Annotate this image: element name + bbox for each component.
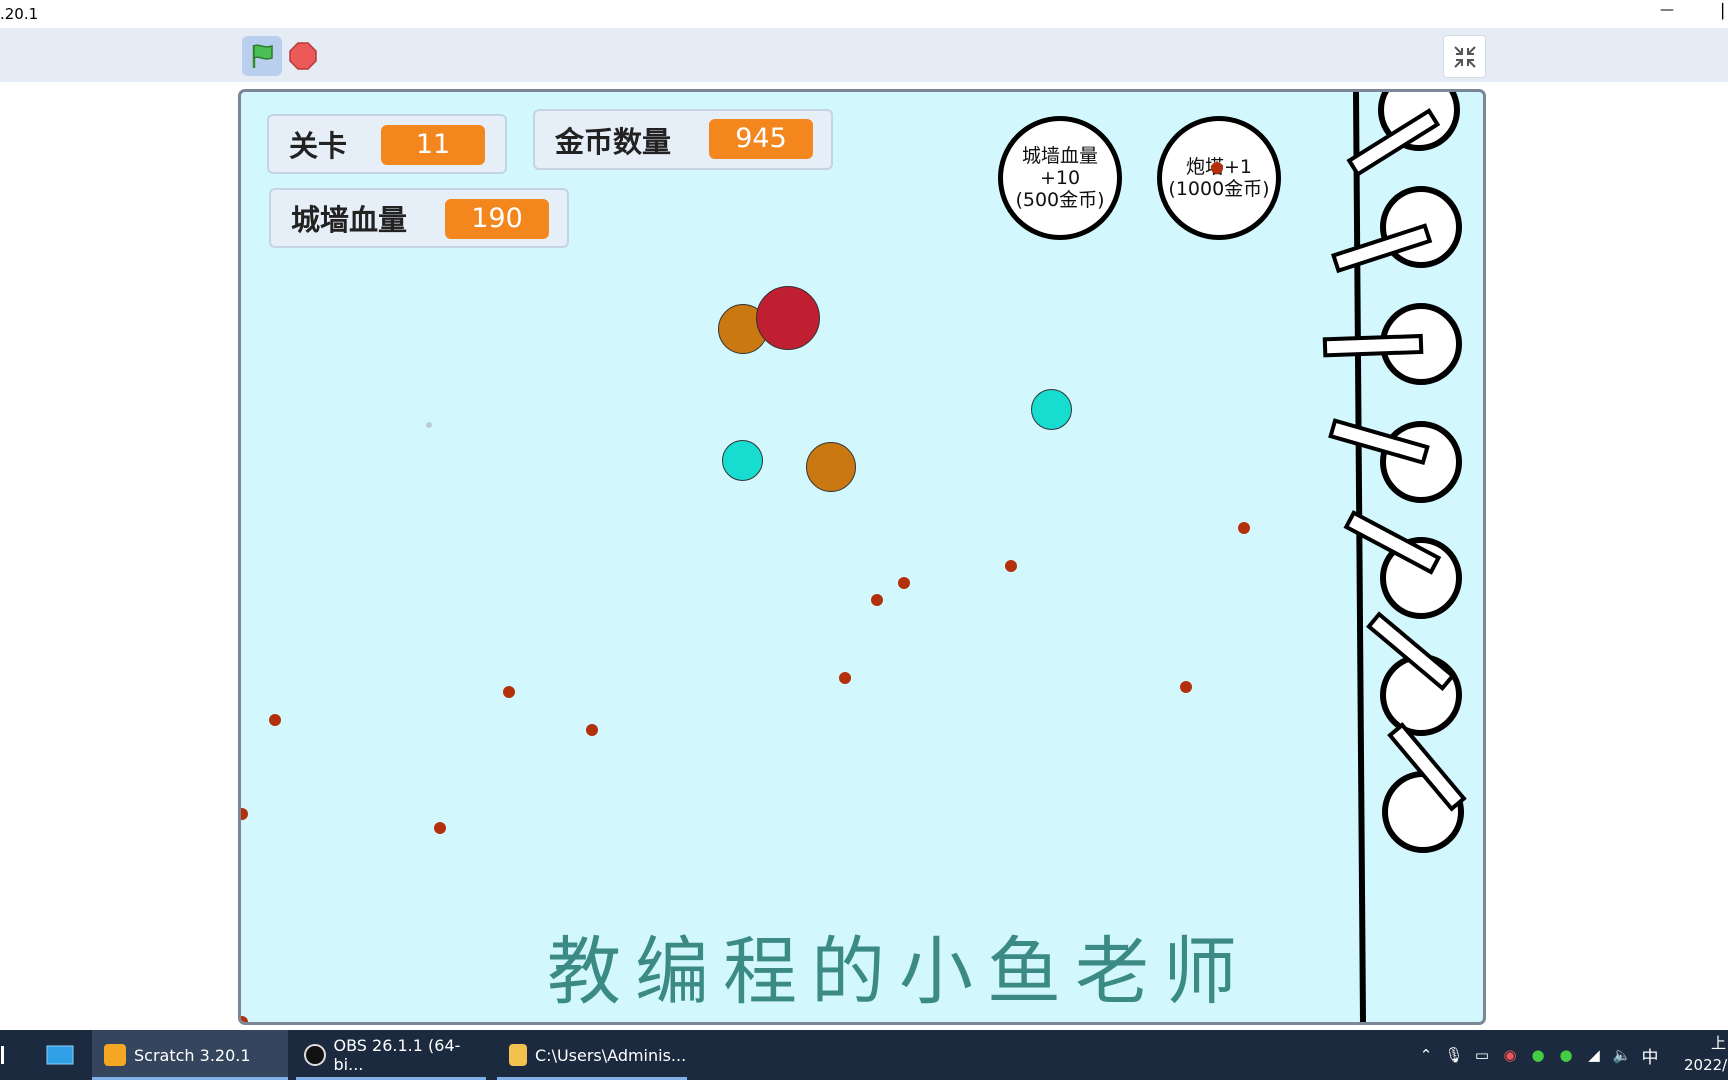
taskbar-app-scratch[interactable]: Scratch 3.20.1 (92, 1030, 288, 1080)
watermark-text: 教编程的小鱼老师 (547, 929, 1251, 1015)
window-edge: ▏ (1722, 4, 1728, 20)
turret-6 (1366, 611, 1462, 736)
record-icon[interactable]: ◉ (1496, 1046, 1524, 1064)
taskbar-app-label: C:\Users\Adminis... (535, 1045, 687, 1065)
stop-icon (289, 42, 317, 70)
clock-time: 上 (1710, 1034, 1726, 1052)
minimize-button[interactable]: — (1660, 2, 1674, 18)
turret-2 (1330, 186, 1462, 274)
wechat-icon[interactable]: ● (1552, 1046, 1580, 1064)
turret-1 (1346, 92, 1460, 177)
taskbar-app-obs[interactable]: OBS 26.1.1 (64-bi... (296, 1030, 486, 1080)
exit-fullscreen-icon (1453, 45, 1476, 68)
turret-3 (1322, 303, 1462, 385)
wechat-icon[interactable]: ● (1524, 1046, 1552, 1064)
battery-icon[interactable]: ▭ (1468, 1046, 1496, 1064)
desktop-icon (46, 1045, 74, 1065)
stop-button[interactable] (289, 42, 317, 70)
green-flag-icon (252, 44, 273, 68)
clock-date: 2022/ (1684, 1056, 1728, 1074)
turrets (1322, 92, 1467, 853)
taskbar-app-label: Scratch 3.20.1 (134, 1045, 251, 1065)
window-title: .20.1 (0, 5, 39, 23)
window-titlebar: .20.1 — ▏ (0, 0, 1728, 28)
wifi-icon[interactable]: ◢ (1580, 1046, 1608, 1064)
green-flag-button[interactable] (242, 36, 282, 76)
microphone-icon[interactable]: 🎙 (1440, 1046, 1468, 1064)
turret-5 (1343, 510, 1462, 619)
taskbar: Scratch 3.20.1 OBS 26.1.1 (64-bi... C:\U… (0, 1030, 1728, 1080)
scratch-icon (104, 1044, 126, 1066)
clock[interactable]: 上 2022/ (1684, 1032, 1728, 1076)
folder-icon (509, 1044, 527, 1066)
exit-fullscreen-button[interactable] (1443, 35, 1486, 78)
obs-icon (304, 1044, 326, 1066)
turret-7 (1382, 722, 1467, 853)
system-tray: ⌃ 🎙 ▭ ◉ ● ● ◢ 🔈 中 (1412, 1030, 1664, 1080)
turret-4 (1328, 418, 1462, 503)
start-button[interactable] (0, 1030, 6, 1080)
ime-indicator[interactable]: 中 (1636, 1043, 1664, 1068)
chevron-up-icon[interactable]: ⌃ (1412, 1046, 1440, 1064)
volume-icon[interactable]: 🔈 (1608, 1046, 1636, 1064)
taskbar-app-explorer[interactable]: C:\Users\Adminis... (497, 1030, 687, 1080)
taskbar-app-label: OBS 26.1.1 (64-bi... (333, 1036, 461, 1074)
game-stage[interactable]: 关卡 11 金币数量 945 城墙血量 190 城墙血量+10 (500金币) … (238, 89, 1486, 1025)
task-view-button[interactable] (40, 1030, 80, 1080)
